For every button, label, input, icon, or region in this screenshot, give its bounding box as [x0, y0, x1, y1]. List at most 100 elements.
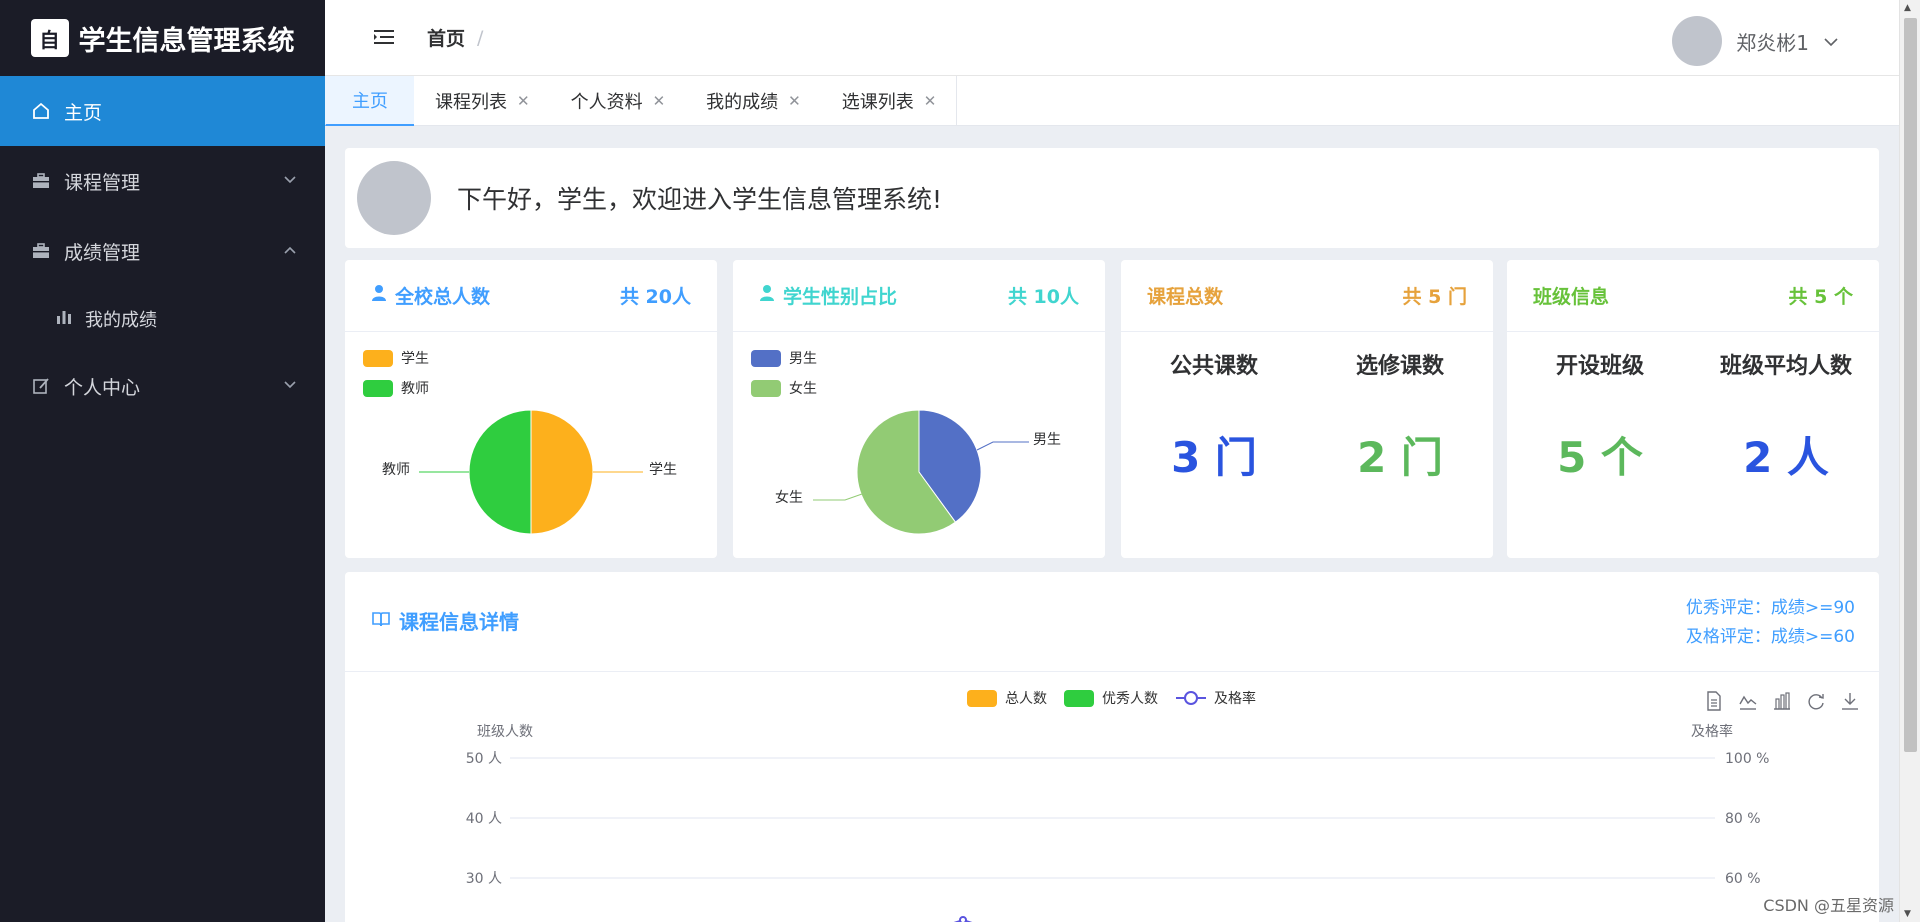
pie-slice[interactable] [530, 409, 594, 535]
legend-label: 优秀人数 [1102, 691, 1158, 707]
stat-label: 公共课数 [1169, 354, 1258, 379]
course-detail-card: 课程信息详情 优秀评定：成绩>=90 及格评定：成绩>=60 总人数 优秀人数 … [345, 572, 1879, 922]
app-title: 学生信息管理系统 [78, 25, 295, 57]
tab-profile[interactable]: 个人资料 ✕ [550, 76, 686, 126]
note-line: 优秀评定：成绩>=90 [1685, 598, 1855, 618]
legend-item[interactable]: 及格率 [1176, 690, 1256, 707]
tab-label: 课程列表 [435, 92, 507, 113]
logo-icon: 自 [30, 19, 69, 57]
tab-home[interactable]: 主页 [325, 76, 414, 126]
scroll-down-icon[interactable]: ▼ [1904, 909, 1911, 919]
card-count: 共 5 个 [1788, 286, 1853, 308]
card-count: 共 10人 [1007, 286, 1079, 308]
card-title: 学生性别占比 [783, 286, 898, 308]
pass-rate-point[interactable] [959, 916, 967, 922]
sidebar: 自 学生信息管理系统 主页 课程管理 成绩管理 我的成绩 个人中心 [0, 0, 325, 922]
card-title: 班级信息 [1533, 286, 1610, 308]
pie-label: 女生 [775, 490, 803, 506]
top-header: 首页 / 郑炎彬1 [325, 0, 1899, 76]
chevron-down-icon [283, 378, 297, 394]
bar-chart-icon [55, 309, 73, 329]
tab-my-grades[interactable]: 我的成绩 ✕ [685, 76, 821, 126]
user-name[interactable]: 郑炎彬1 [1736, 27, 1809, 56]
legend-label: 及格率 [1214, 690, 1256, 707]
gender-ratio-card: 学生性别占比 共 10人 男生 女生 男生 女生 [733, 260, 1105, 558]
y-axis-title: 班级人数 [477, 724, 533, 740]
sidebar-item-grade-management[interactable]: 成绩管理 [0, 216, 325, 286]
legend-label: 总人数 [1005, 691, 1047, 707]
user-icon [759, 284, 775, 307]
main-content: 下午好，学生，欢迎进入学生信息管理系统! 全校总人数 共 20人 学生 教师 学… [325, 126, 1899, 922]
book-icon [371, 609, 391, 633]
chevron-up-icon [283, 243, 297, 259]
sidebar-subitem-my-grades[interactable]: 我的成绩 [0, 286, 325, 351]
sidebar-item-home[interactable]: 主页 [0, 76, 325, 146]
stat-value: 5 个 [1557, 433, 1643, 482]
edit-icon [30, 376, 52, 396]
card-count: 共 5 门 [1402, 286, 1467, 308]
tab-label: 主页 [352, 91, 388, 112]
user-icon [371, 284, 387, 307]
scroll-up-icon[interactable]: ▲ [1904, 3, 1911, 13]
home-icon [30, 101, 52, 121]
close-icon[interactable]: ✕ [924, 92, 937, 110]
close-icon[interactable]: ✕ [517, 92, 530, 110]
avatar [357, 161, 431, 235]
y2-tick-label: 60 % [1725, 871, 1761, 887]
tab-course-selection[interactable]: 选课列表 ✕ [821, 76, 957, 126]
class-info-card: 班级信息 共 5 个 开设班级 5 个 班级平均人数 2 人 [1507, 260, 1879, 558]
page-scrollbar[interactable]: ▲ ▼ [1899, 0, 1920, 922]
y-tick-label: 30 人 [466, 871, 502, 887]
scroll-thumb[interactable] [1904, 18, 1917, 752]
pie-label-line [813, 493, 863, 501]
legend-item[interactable]: 优秀人数 [1064, 690, 1158, 707]
sidebar-item-personal-center[interactable]: 个人中心 [0, 351, 325, 421]
briefcase-icon [30, 242, 52, 260]
avatar[interactable] [1672, 16, 1723, 66]
pie-label: 教师 [382, 462, 410, 478]
welcome-card: 下午好，学生，欢迎进入学生信息管理系统! [345, 148, 1879, 248]
sidebar-item-label: 成绩管理 [64, 241, 141, 264]
close-icon[interactable]: ✕ [788, 92, 801, 110]
y-tick-label: 50 人 [466, 751, 502, 767]
chevron-down-icon [283, 173, 297, 189]
sidebar-item-course-management[interactable]: 课程管理 [0, 146, 325, 216]
tab-label: 个人资料 [570, 92, 643, 113]
app-logo: 自 学生信息管理系统 [0, 0, 325, 76]
tab-label: 选课列表 [841, 92, 914, 113]
stat-value: 3 门 [1171, 433, 1257, 482]
stat-label: 班级平均人数 [1719, 354, 1852, 379]
sidebar-item-label: 课程管理 [64, 171, 141, 194]
pie-label: 学生 [649, 462, 677, 478]
stat-label: 选修课数 [1355, 354, 1444, 379]
y-tick-label: 40 人 [466, 811, 502, 827]
briefcase-icon [30, 172, 52, 190]
course-detail-chart: 总人数 优秀人数 及格率班级人数 及格率50 人 100 %40 人 80 %30 人 60… [466, 690, 1769, 922]
stat-value: 2 门 [1357, 433, 1443, 482]
breadcrumb-separator: / [477, 26, 484, 49]
tab-label: 我的成绩 [706, 92, 779, 113]
y2-tick-label: 80 % [1725, 811, 1761, 827]
card-title: 课程总数 [1147, 286, 1224, 308]
y2-tick-label: 100 % [1725, 751, 1769, 767]
sidebar-subitem-label: 我的成绩 [85, 309, 157, 331]
y2-axis-title: 及格率 [1691, 723, 1733, 740]
card-title: 全校总人数 [395, 286, 491, 308]
stat-label: 开设班级 [1555, 354, 1644, 379]
menu-toggle-icon[interactable] [373, 24, 395, 52]
pie-label: 男生 [1033, 432, 1061, 448]
pie-chart-total [419, 409, 643, 535]
tabs-bar: 主页 课程列表 ✕ 个人资料 ✕ 我的成绩 ✕ 选课列表 ✕ [325, 76, 1899, 126]
chevron-down-icon[interactable] [1823, 32, 1839, 51]
tab-course-list[interactable]: 课程列表 ✕ [414, 76, 550, 126]
sidebar-item-label: 个人中心 [64, 376, 141, 399]
pie-label-line [976, 441, 1029, 451]
pie-slice[interactable] [468, 409, 532, 535]
legend-item[interactable]: 总人数 [967, 690, 1047, 707]
course-total-card: 课程总数 共 5 门 公共课数 3 门 选修课数 2 门 [1121, 260, 1493, 558]
note-line: 及格评定：成绩>=60 [1685, 627, 1855, 647]
watermark: CSDN @五星资源 [1763, 896, 1894, 915]
close-icon[interactable]: ✕ [653, 92, 666, 110]
user-dropdown[interactable]: 郑炎彬1 [1672, 16, 1839, 66]
breadcrumb[interactable]: 首页 [427, 24, 465, 51]
